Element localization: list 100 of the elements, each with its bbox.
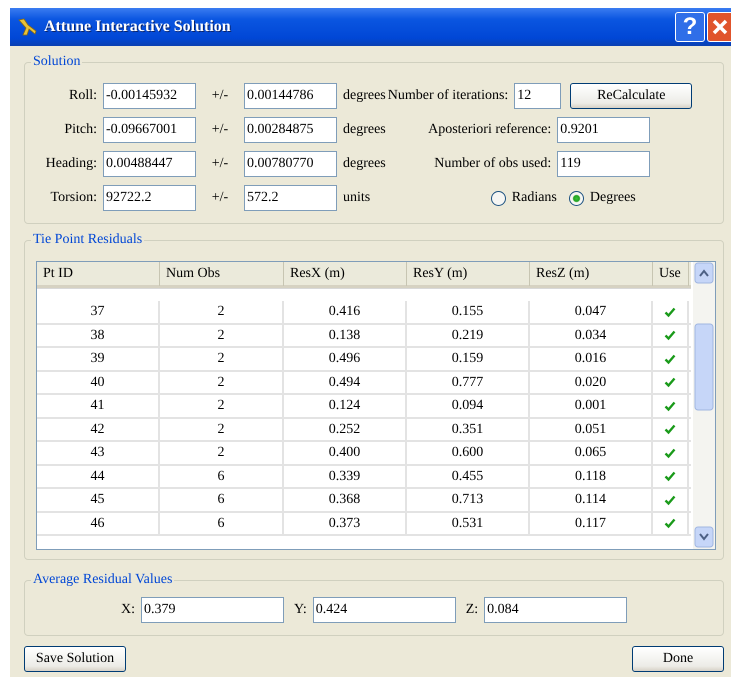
help-button[interactable]: ? <box>675 12 705 42</box>
table-cell: 0.494 <box>284 372 407 393</box>
app-logo-icon <box>16 16 38 38</box>
checkmark-icon[interactable] <box>664 352 676 365</box>
recalculate-button[interactable]: ReCalculate <box>570 83 692 109</box>
radio-circle-icon[interactable] <box>490 190 506 206</box>
checkmark-icon[interactable] <box>664 446 676 459</box>
field-label: Aposteriori reference: <box>428 122 552 138</box>
scrollbar[interactable] <box>693 262 715 549</box>
checkmark-icon[interactable] <box>664 376 676 388</box>
checkmark-icon[interactable] <box>664 329 676 342</box>
column-header[interactable]: ResZ (m) <box>530 262 653 286</box>
table-cell: 0.531 <box>407 512 530 534</box>
table-cell: 6 <box>160 466 284 487</box>
field-label: Heading: <box>44 156 97 172</box>
table-cell: 6 <box>160 489 284 510</box>
radio-button[interactable]: Degrees <box>568 190 636 206</box>
input-field[interactable]: 119 <box>557 151 650 177</box>
table-cell: 0.777 <box>407 372 530 393</box>
table-cell: 0.713 <box>407 489 530 510</box>
column-header[interactable]: ResY (m) <box>407 262 530 286</box>
table-cell: 0.118 <box>530 466 653 487</box>
table-cell: 45 <box>37 489 160 510</box>
input-field[interactable]: 0.9201 <box>557 117 650 143</box>
table-cell: 44 <box>37 466 160 487</box>
plus-minus-label: +/- <box>210 156 230 172</box>
table-cell: 0.368 <box>284 489 407 510</box>
table-cell: 0.001 <box>530 395 653 416</box>
table-cell: 0.155 <box>407 301 530 322</box>
table-cell: 0.455 <box>407 466 530 487</box>
table-cell: 2 <box>160 372 284 393</box>
checkmark-icon[interactable] <box>664 494 676 506</box>
table-cell: 0.138 <box>284 324 407 346</box>
table-cell: 2 <box>160 395 284 416</box>
table-cell: 0.065 <box>530 442 653 464</box>
window-title: Attune Interactive Solution <box>44 18 231 36</box>
checkmark-icon[interactable] <box>664 470 676 482</box>
field-label: X: <box>121 602 135 618</box>
input-field[interactable]: 0.084 <box>484 597 628 623</box>
table-cell: 40 <box>37 372 160 393</box>
input-field[interactable]: 0.424 <box>312 597 456 623</box>
field-label: Pitch: <box>63 122 97 138</box>
checkmark-icon[interactable] <box>664 306 676 318</box>
checkmark-icon[interactable] <box>664 517 676 530</box>
input-field[interactable]: -0.09667001 <box>103 117 196 143</box>
input-field[interactable]: 0.00284875 <box>244 117 337 143</box>
table-cell: 2 <box>160 442 284 464</box>
table-cell: 0.373 <box>284 512 407 534</box>
save-solution-button[interactable]: Save Solution <box>24 646 126 672</box>
table-cell: 2 <box>160 348 284 370</box>
table-cell: 0.416 <box>284 301 407 322</box>
table-cell: 39 <box>37 348 160 370</box>
table-cell: 0.051 <box>530 418 653 440</box>
table-cell: 37 <box>37 301 160 322</box>
table-cell: 0.016 <box>530 348 653 370</box>
table-cell: 0.600 <box>407 442 530 464</box>
table-cell: 46 <box>37 512 160 534</box>
input-field[interactable]: 0.00488447 <box>103 151 196 177</box>
column-header[interactable]: Num Obs <box>160 262 284 286</box>
field-label: Number of obs used: <box>434 156 552 172</box>
column-header[interactable]: Use <box>653 262 689 286</box>
table-cell: 38 <box>37 324 160 346</box>
radio-label: Degrees <box>590 190 636 206</box>
done-button[interactable]: Done <box>632 646 724 672</box>
input-field[interactable]: 0.00144786 <box>244 83 337 109</box>
input-field[interactable]: 12 <box>514 83 562 109</box>
field-label: Torsion: <box>50 190 97 206</box>
input-field[interactable]: 0.379 <box>141 597 284 623</box>
table-cell: 2 <box>160 418 284 440</box>
table-cell: 41 <box>37 395 160 416</box>
table-cell: 0.020 <box>530 372 653 393</box>
table-cell: 42 <box>37 418 160 440</box>
field-label: Roll: <box>68 88 97 104</box>
field-label: Z: <box>466 602 478 618</box>
table-cell: 43 <box>37 442 160 464</box>
table-cell: 0.117 <box>530 512 653 534</box>
unit-label: degrees <box>343 88 386 104</box>
plus-minus-label: +/- <box>210 122 230 138</box>
table-cell: 2 <box>160 301 284 322</box>
close-button[interactable] <box>707 12 731 42</box>
input-field[interactable]: 92722.2 <box>103 185 196 211</box>
group-title: Average Residual Values <box>31 571 174 589</box>
table-cell: 6 <box>160 512 284 534</box>
input-field[interactable]: -0.00145932 <box>103 83 196 109</box>
table-cell: 0.094 <box>407 395 530 416</box>
table-cell: 0.114 <box>530 489 653 510</box>
checkmark-icon[interactable] <box>664 400 676 412</box>
table-cell: 0.047 <box>530 301 653 322</box>
table-cell: 0.034 <box>530 324 653 346</box>
column-header[interactable]: Pt ID <box>37 262 160 286</box>
table-cell: 0.351 <box>407 418 530 440</box>
input-field[interactable]: 0.00780770 <box>244 151 337 177</box>
radio-circle-icon[interactable] <box>568 190 584 206</box>
field-label: Number of iterations: <box>388 88 508 104</box>
column-header[interactable]: ResX (m) <box>284 262 407 286</box>
table-cell: 0.496 <box>284 348 407 370</box>
checkmark-icon[interactable] <box>664 423 676 436</box>
field-label: Y: <box>294 602 307 618</box>
input-field[interactable]: 572.2 <box>244 185 337 211</box>
radio-button[interactable]: Radians <box>490 190 557 206</box>
